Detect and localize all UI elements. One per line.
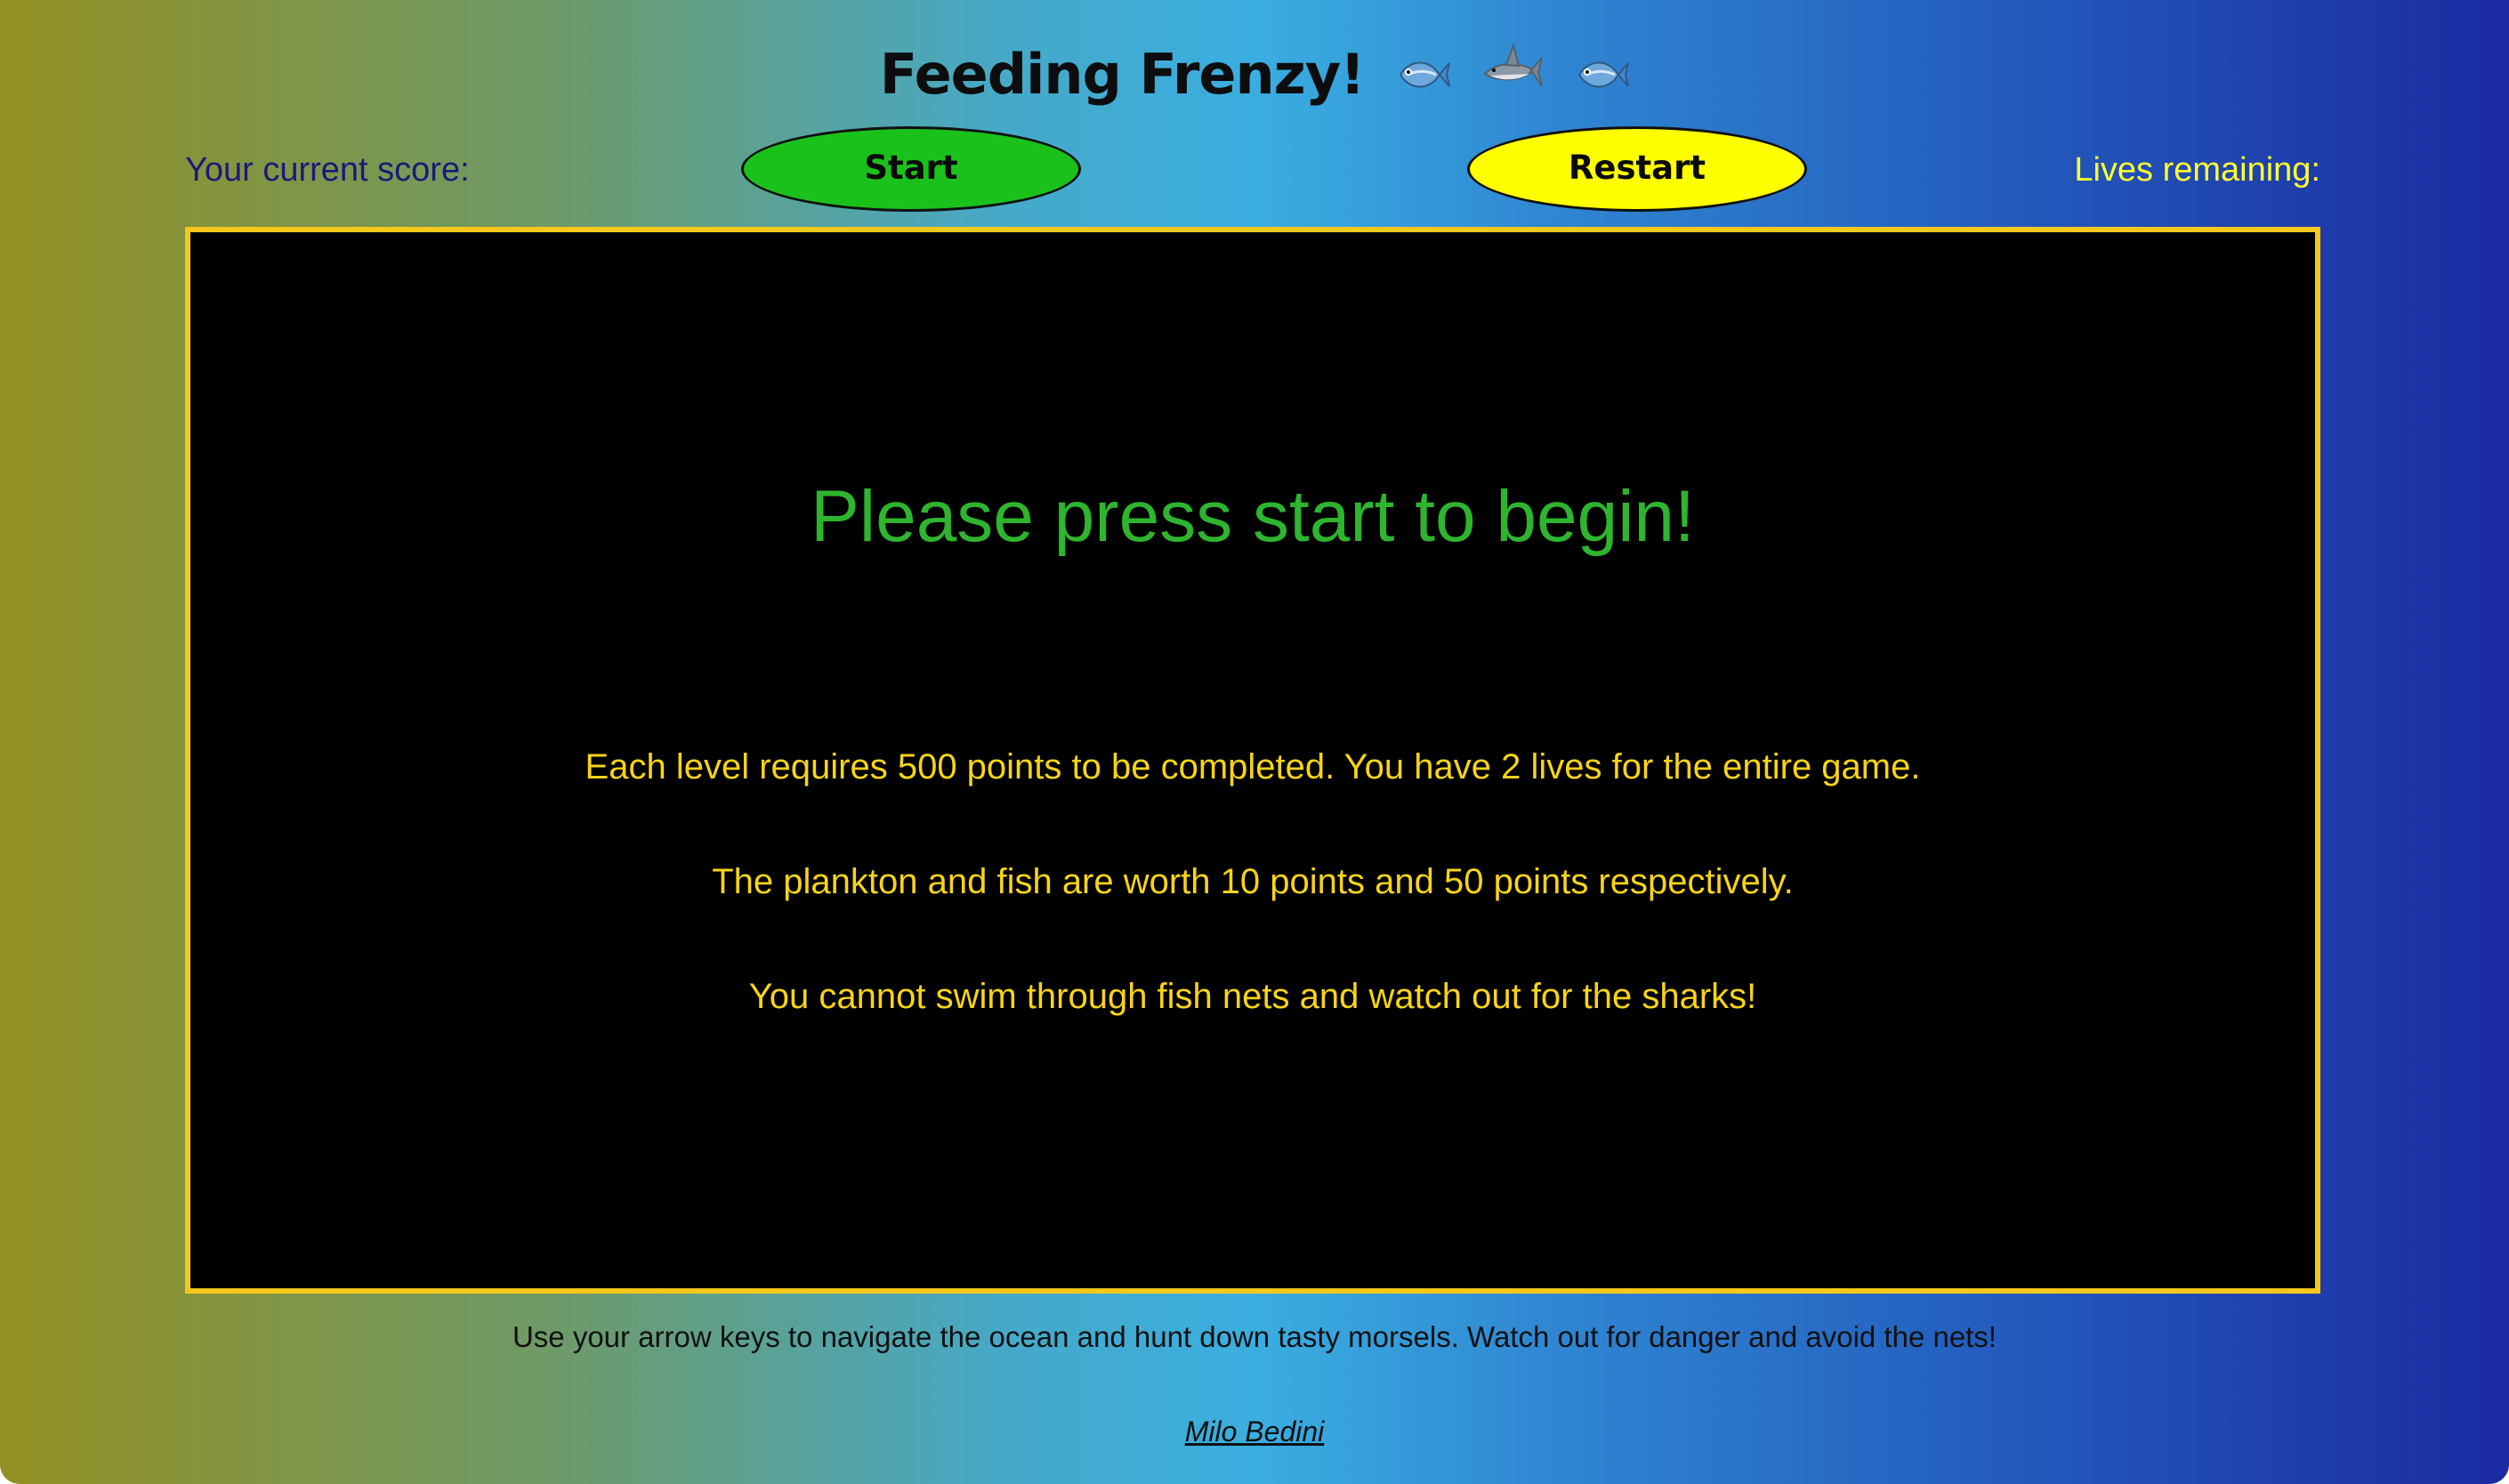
rule-text: The plankton and fish are worth 10 point…	[712, 862, 1794, 901]
fish-icon	[1395, 41, 1450, 116]
page: Feeding Frenzy! Your current score: Star…	[0, 0, 2509, 1484]
rule-text: Each level requires 500 points to be com…	[585, 747, 1921, 786]
start-prompt: Please press start to begin!	[811, 476, 1695, 557]
fish-icon	[1574, 41, 1630, 116]
instructions-text: Use your arrow keys to navigate the ocea…	[512, 1320, 1997, 1353]
author-link[interactable]: Milo Bedini	[0, 1414, 2509, 1449]
rule-text: You cannot swim through fish nets and wa…	[748, 977, 1757, 1016]
title-text: Feeding Frenzy!	[879, 42, 1366, 107]
restart-button[interactable]: Restart	[1467, 126, 1807, 212]
lives-label: Lives remaining:	[2074, 151, 2320, 189]
game-board[interactable]: Please press start to begin! Each level …	[185, 227, 2320, 1294]
page-title: Feeding Frenzy!	[0, 37, 2509, 116]
shark-icon	[1481, 41, 1544, 116]
score-label: Your current score:	[185, 151, 470, 189]
start-button[interactable]: Start	[741, 126, 1081, 212]
